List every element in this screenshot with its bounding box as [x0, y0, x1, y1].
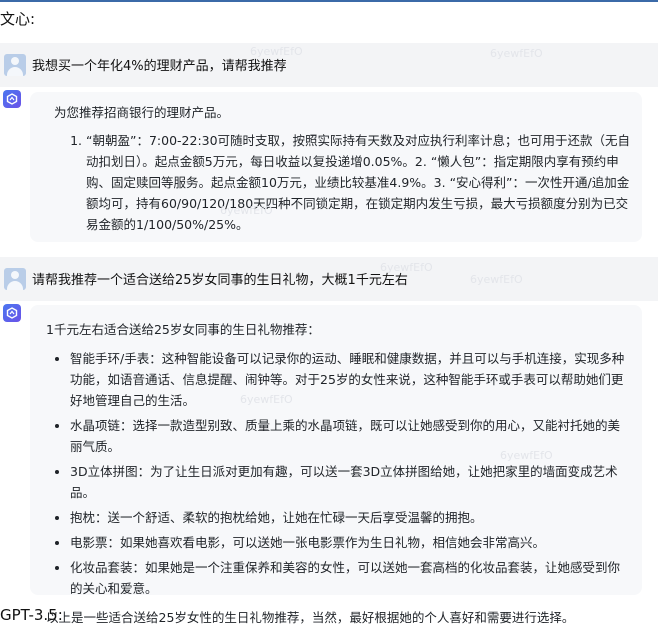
- gift-item: 抱枕：送一个舒适、柔软的抱枕给她，让她在忙碌一天后享受温馨的拥抱。: [70, 507, 632, 528]
- watermark: 6yewfEfO: [490, 47, 543, 60]
- watermark: 6yewfEfO: [470, 273, 523, 286]
- user-message-1: 我想买一个年化4%的理财产品，请帮我推荐 6yewfEfO 6yewfEfO: [0, 43, 658, 87]
- gift-item: 化妆品套装：如果她是一个注重保养和美容的女性，可以送她一套高档的化妆品套装，让她…: [70, 557, 632, 599]
- answer-intro: 1千元左右适合送给25岁女同事的生日礼物推荐：: [46, 322, 320, 337]
- answer-list-item: “朝朝盈”：7:00-22:30可随时支取，按照实际持有天数及对应执行利率计息；…: [86, 130, 632, 235]
- user-message-text: 请帮我推荐一个适合送给25岁女同事的生日礼物，大概1千元左右: [32, 273, 408, 288]
- model-label-wenxin: 文心:: [0, 10, 36, 28]
- gift-item: 水晶项链：选择一款造型别致、质量上乘的水晶项链，既可以让她感受到你的用心，又能衬…: [70, 415, 632, 457]
- bot-answer-1: 为您推荐招商银行的理财产品。 “朝朝盈”：7:00-22:30可随时支取，按照实…: [30, 92, 642, 242]
- answer-outro: 以上是一些适合送给25岁女性的生日礼物推荐，当然，最好根据她的个人喜好和需要进行…: [46, 610, 575, 625]
- user-message-text: 我想买一个年化4%的理财产品，请帮我推荐: [32, 59, 287, 74]
- bot-logo-icon: [3, 90, 21, 108]
- gift-item: 智能手环/手表：这种智能设备可以记录你的运动、睡眠和健康数据，并且可以与手机连接…: [70, 348, 632, 411]
- bot-answer-2: 1千元左右适合送给25岁女同事的生日礼物推荐： 智能手环/手表：这种智能设备可以…: [30, 305, 642, 625]
- model-label-gpt35: GPT-3.5:: [0, 606, 63, 624]
- user-avatar-icon: [4, 268, 26, 290]
- top-divider: [0, 0, 658, 2]
- bot-logo-icon: [3, 304, 21, 322]
- user-avatar-icon: [4, 54, 26, 76]
- gift-item: 3D立体拼图：为了让生日派对更加有趣，可以送一套3D立体拼图给她，让她把家里的墙…: [70, 461, 632, 503]
- user-message-2: 请帮我推荐一个适合送给25岁女同事的生日礼物，大概1千元左右 6yewfEfO …: [0, 257, 658, 301]
- answer-intro: 为您推荐招商银行的理财产品。: [54, 105, 230, 120]
- gift-item: 电影票：如果她喜欢看电影，可以送她一张电影票作为生日礼物，相信她会非常高兴。: [70, 532, 632, 553]
